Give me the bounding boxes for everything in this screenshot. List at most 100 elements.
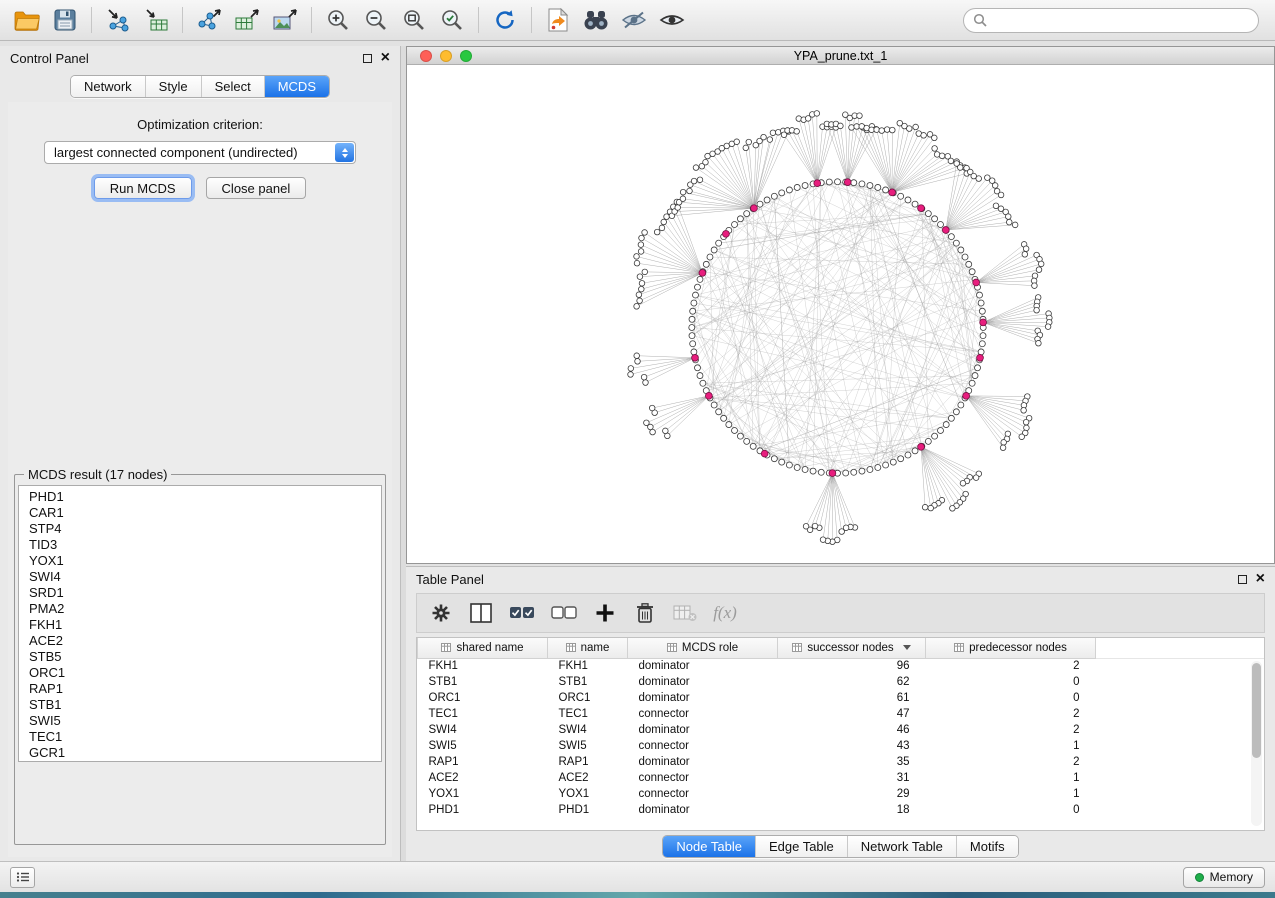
show-details-eye-icon — [659, 10, 685, 30]
open-folder-button[interactable] — [8, 3, 46, 37]
tab-motifs[interactable]: Motifs — [957, 836, 1018, 857]
mcds-result-item[interactable]: SRD1 — [29, 585, 381, 601]
network-window-titlebar[interactable]: YPA_prune.txt_1 — [407, 47, 1274, 65]
table-row[interactable]: SWI5SWI5connector431 — [418, 738, 1265, 754]
delete-table-button-disabled — [673, 600, 697, 626]
tab-mcds[interactable]: MCDS — [265, 76, 329, 97]
list-icon — [16, 871, 30, 883]
table-row[interactable]: TEC1TEC1connector472 — [418, 706, 1265, 722]
network-graph[interactable] — [407, 65, 1274, 563]
network-canvas[interactable] — [407, 65, 1274, 563]
column-header-successor-nodes[interactable]: successor nodes — [778, 638, 926, 658]
window-maximize-light[interactable] — [460, 50, 472, 62]
search-input[interactable] — [993, 13, 1249, 27]
mcds-result-box: MCDS result (17 nodes) PHD1CAR1STP4TID3Y… — [14, 467, 386, 845]
column-header-mcds-role[interactable]: MCDS role — [628, 638, 778, 658]
close-panel-button[interactable]: Close panel — [206, 177, 307, 199]
cell-mcds-role: dominator — [628, 722, 778, 738]
import-table-button[interactable] — [137, 3, 175, 37]
table-row[interactable]: FKH1FKH1dominator962 — [418, 658, 1265, 674]
table-row[interactable]: ACE2ACE2connector311 — [418, 770, 1265, 786]
zoom-selected-button[interactable] — [433, 3, 471, 37]
export-image-button[interactable] — [266, 3, 304, 37]
close-table-panel-icon[interactable]: × — [1256, 573, 1265, 585]
tab-network-table[interactable]: Network Table — [848, 836, 957, 857]
mcds-result-item[interactable]: CAR1 — [29, 505, 381, 521]
table-settings-button[interactable] — [429, 600, 453, 626]
mcds-result-item[interactable]: STP4 — [29, 521, 381, 537]
mcds-result-item[interactable]: FKH1 — [29, 617, 381, 633]
float-panel-icon[interactable] — [363, 54, 372, 63]
global-search-box[interactable] — [963, 8, 1259, 33]
delete-column-button[interactable] — [633, 600, 657, 626]
close-panel-icon[interactable]: × — [381, 52, 390, 64]
mcds-result-list[interactable]: PHD1CAR1STP4TID3YOX1SWI4SRD1PMA2FKH1ACE2… — [18, 485, 382, 762]
table-row[interactable]: ORC1ORC1dominator610 — [418, 690, 1265, 706]
import-network-button[interactable] — [99, 3, 137, 37]
mcds-result-item[interactable]: SWI4 — [29, 569, 381, 585]
export-table-button[interactable] — [228, 3, 266, 37]
cell-predecessor-nodes: 0 — [926, 802, 1096, 818]
binoculars-search-button[interactable] — [577, 3, 615, 37]
apply-layout-button[interactable] — [486, 3, 524, 37]
column-header-name[interactable]: name — [548, 638, 628, 658]
column-header-predecessor-nodes[interactable]: predecessor nodes — [926, 638, 1096, 658]
share-document-button[interactable] — [539, 3, 577, 37]
deselect-all-button[interactable] — [551, 600, 577, 626]
mcds-result-item[interactable]: STB5 — [29, 649, 381, 665]
mcds-result-item[interactable]: GCR1 — [29, 745, 381, 761]
float-table-panel-icon[interactable] — [1238, 575, 1247, 584]
zoom-in-button[interactable] — [319, 3, 357, 37]
column-header-shared-name[interactable]: shared name — [418, 638, 548, 658]
mcds-result-item[interactable]: ACE2 — [29, 633, 381, 649]
zoom-out-button[interactable] — [357, 3, 395, 37]
tab-select[interactable]: Select — [202, 76, 265, 97]
open-folder-icon — [14, 9, 40, 31]
cell-name: PHD1 — [548, 802, 628, 818]
table-row[interactable]: YOX1YOX1connector291 — [418, 786, 1265, 802]
optimization-criterion-dropdown[interactable]: largest connected component (undirected) — [44, 141, 356, 164]
optimization-criterion-label: Optimization criterion: — [137, 117, 263, 132]
mcds-result-item[interactable]: PHD1 — [29, 489, 381, 505]
cell-shared-name: ACE2 — [418, 770, 548, 786]
add-column-button[interactable] — [593, 600, 617, 626]
panel-toggle-button[interactable] — [10, 867, 35, 888]
cell-shared-name: ORC1 — [418, 690, 548, 706]
hide-details-button[interactable] — [615, 3, 653, 37]
mcds-result-item[interactable]: YOX1 — [29, 553, 381, 569]
tab-node-table[interactable]: Node Table — [663, 836, 756, 857]
zoom-fit-button[interactable] — [395, 3, 433, 37]
mcds-result-item[interactable]: ORC1 — [29, 665, 381, 681]
run-mcds-button[interactable]: Run MCDS — [94, 177, 192, 199]
export-network-button[interactable] — [190, 3, 228, 37]
save-session-button[interactable] — [46, 3, 84, 37]
mcds-result-item[interactable]: PMA2 — [29, 601, 381, 617]
tab-style[interactable]: Style — [146, 76, 202, 97]
table-row[interactable]: PHD1PHD1dominator180 — [418, 802, 1265, 818]
sort-dropdown-icon[interactable] — [903, 645, 911, 650]
show-columns-button[interactable] — [469, 600, 493, 626]
mcds-result-item[interactable]: RAP1 — [29, 681, 381, 697]
panel-splitter[interactable] — [401, 46, 406, 861]
tab-edge-table[interactable]: Edge Table — [756, 836, 848, 857]
mcds-result-item[interactable]: TID3 — [29, 537, 381, 553]
memory-button[interactable]: Memory — [1183, 867, 1265, 888]
save-icon — [54, 9, 76, 31]
cell-empty — [1096, 770, 1265, 786]
table-scrollbar[interactable] — [1251, 661, 1262, 826]
select-all-button[interactable] — [509, 600, 535, 626]
mcds-result-item[interactable]: STB1 — [29, 697, 381, 713]
window-close-light[interactable] — [420, 50, 432, 62]
tab-network[interactable]: Network — [71, 76, 146, 97]
mcds-result-item[interactable]: TEC1 — [29, 729, 381, 745]
show-details-button[interactable] — [653, 3, 691, 37]
table-row[interactable]: RAP1RAP1dominator352 — [418, 754, 1265, 770]
scrollbar-thumb[interactable] — [1252, 663, 1261, 758]
table-row[interactable]: STB1STB1dominator620 — [418, 674, 1265, 690]
window-minimize-light[interactable] — [440, 50, 452, 62]
dropdown-stepper-icon — [335, 143, 354, 162]
mcds-result-item[interactable]: SWI5 — [29, 713, 381, 729]
table-row[interactable]: SWI4SWI4dominator462 — [418, 722, 1265, 738]
select-all-checkboxes-icon — [509, 603, 535, 623]
function-builder-button[interactable]: f(x) — [713, 600, 737, 626]
